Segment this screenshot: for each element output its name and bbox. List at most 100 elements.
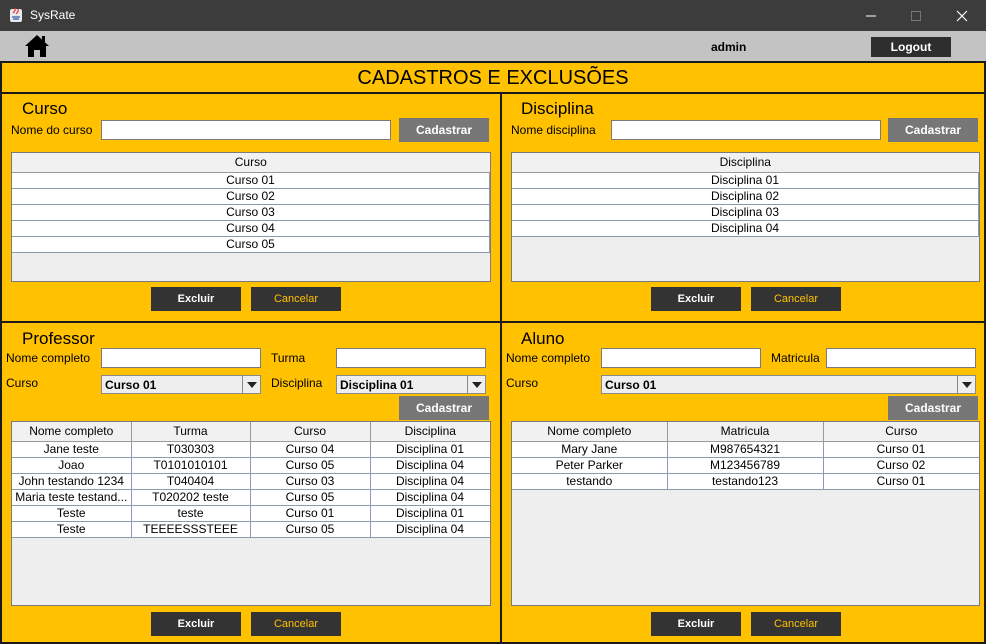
table-cell: T0101010101 (131, 457, 251, 474)
selected-value: Curso 01 (105, 378, 157, 392)
chevron-down-icon[interactable] (957, 376, 975, 393)
table-row[interactable]: Mary Jane M987654321 Curso 01 (512, 441, 979, 458)
table-cell: Curso 03 (12, 204, 490, 221)
aluno-delete-button[interactable]: Excluir (651, 612, 741, 636)
table-row[interactable]: Teste teste Curso 01 Disciplina 01 (12, 505, 490, 522)
aluno-curso-label: Curso (506, 376, 539, 390)
column-header[interactable]: Disciplina (370, 422, 490, 442)
maximize-button[interactable] (893, 0, 939, 31)
table-row[interactable]: Jane teste T030303 Curso 04 Disciplina 0… (12, 441, 490, 458)
column-header[interactable]: Disciplina (512, 153, 979, 173)
maximize-icon (911, 10, 921, 21)
aluno-matricula-input[interactable] (826, 348, 976, 368)
table-cell: M987654321 (667, 441, 824, 458)
curso-delete-button[interactable]: Excluir (151, 287, 241, 311)
disciplina-add-button[interactable]: Cadastrar (888, 118, 978, 142)
table-cell: teste (131, 505, 251, 522)
aluno-matricula-label: Matricula (771, 351, 820, 365)
close-button[interactable] (939, 0, 985, 31)
chevron-down-icon[interactable] (467, 376, 485, 393)
table-row[interactable]: Curso 03 (12, 204, 490, 221)
table-cell: Curso 01 (823, 473, 979, 490)
column-header[interactable]: Curso (250, 422, 371, 442)
table-cell: Disciplina 04 (370, 473, 490, 490)
table-cell: Curso 05 (250, 521, 371, 538)
table-row[interactable]: Peter Parker M123456789 Curso 02 (512, 457, 979, 474)
column-header[interactable]: Curso (823, 422, 979, 442)
minimize-icon (866, 15, 876, 16)
table-row[interactable]: Disciplina 01 (512, 172, 979, 189)
column-header[interactable]: Nome completo (512, 422, 668, 442)
column-header[interactable]: Nome completo (12, 422, 132, 442)
professor-section-title: Professor (22, 329, 95, 348)
professor-add-button[interactable]: Cadastrar (399, 396, 489, 420)
divider (500, 92, 502, 644)
table-cell: Curso 05 (250, 457, 371, 474)
disciplina-name-input[interactable] (611, 120, 881, 140)
table-cell: Mary Jane (512, 441, 668, 458)
professor-delete-button[interactable]: Excluir (151, 612, 241, 636)
chevron-down-icon[interactable] (242, 376, 260, 393)
table-row[interactable]: Curso 04 (12, 220, 490, 237)
table-cell: Curso 05 (12, 236, 490, 253)
table-row[interactable]: Curso 01 (12, 172, 490, 189)
table-cell: Maria teste testand... (12, 489, 132, 506)
table-cell: testando123 (667, 473, 824, 490)
table-cell: TEEEESSSTEEE (131, 521, 251, 538)
table-cell: Teste (12, 505, 132, 522)
page-title: CADASTROS E EXCLUSÕES (357, 67, 629, 89)
disciplina-cancel-button[interactable]: Cancelar (751, 287, 841, 311)
table-cell: Curso 02 (12, 188, 490, 205)
column-header[interactable]: Matricula (667, 422, 824, 442)
curso-cancel-button[interactable]: Cancelar (251, 287, 341, 311)
selected-value: Disciplina 01 (340, 378, 414, 392)
curso-add-button[interactable]: Cadastrar (399, 118, 489, 142)
table-cell: Curso 03 (250, 473, 371, 490)
table-cell: Joao (12, 457, 132, 474)
table-row[interactable]: Disciplina 02 (512, 188, 979, 205)
professor-name-label: Nome completo (6, 351, 91, 365)
aluno-section-title: Aluno (521, 329, 565, 348)
professor-table: Nome completo Turma Curso Disciplina Jan… (11, 421, 491, 606)
table-row[interactable]: Disciplina 04 (512, 220, 979, 237)
professor-cancel-button[interactable]: Cancelar (251, 612, 341, 636)
aluno-add-button[interactable]: Cadastrar (888, 396, 978, 420)
professor-name-input[interactable] (101, 348, 261, 368)
professor-turma-label: Turma (271, 351, 306, 365)
aluno-cancel-button[interactable]: Cancelar (751, 612, 841, 636)
divider (2, 321, 984, 323)
column-header[interactable]: Turma (131, 422, 251, 442)
table-cell: Disciplina 01 (512, 172, 979, 189)
table-row[interactable]: Curso 02 (12, 188, 490, 205)
table-cell: M123456789 (667, 457, 824, 474)
table-cell: Disciplina 03 (512, 204, 979, 221)
curso-table: Curso Curso 01 Curso 02 Curso 03 Curso 0… (11, 152, 491, 282)
table-row[interactable]: Joao T0101010101 Curso 05 Disciplina 04 (12, 457, 490, 474)
table-cell: Curso 01 (250, 505, 371, 522)
table-cell: T020202 teste (131, 489, 251, 506)
table-row[interactable]: Curso 05 (12, 236, 490, 253)
table-row[interactable]: testando testando123 Curso 01 (512, 473, 979, 490)
professor-curso-select[interactable]: Curso 01 (101, 375, 261, 394)
table-cell: Peter Parker (512, 457, 668, 474)
username-label: admin (711, 40, 747, 54)
professor-disciplina-select[interactable]: Disciplina 01 (336, 375, 486, 394)
professor-turma-input[interactable] (336, 348, 486, 368)
logout-button[interactable]: Logout (871, 37, 951, 57)
top-bar: admin Logout (0, 31, 986, 61)
window-title: SysRate (30, 8, 76, 22)
aluno-curso-select[interactable]: Curso 01 (601, 375, 976, 394)
table-row[interactable]: John testando 1234 T040404 Curso 03 Disc… (12, 473, 490, 490)
curso-name-input[interactable] (101, 120, 391, 140)
table-cell: Curso 01 (12, 172, 490, 189)
curso-section-title: Curso (22, 99, 68, 118)
table-cell: Disciplina 02 (512, 188, 979, 205)
disciplina-delete-button[interactable]: Excluir (651, 287, 741, 311)
table-row[interactable]: Disciplina 03 (512, 204, 979, 221)
table-row[interactable]: Teste TEEEESSSTEEE Curso 05 Disciplina 0… (12, 521, 490, 538)
minimize-button[interactable] (848, 0, 894, 31)
home-icon[interactable] (24, 33, 50, 59)
table-row[interactable]: Maria teste testand... T020202 teste Cur… (12, 489, 490, 506)
aluno-name-input[interactable] (601, 348, 761, 368)
column-header[interactable]: Curso (12, 153, 490, 173)
